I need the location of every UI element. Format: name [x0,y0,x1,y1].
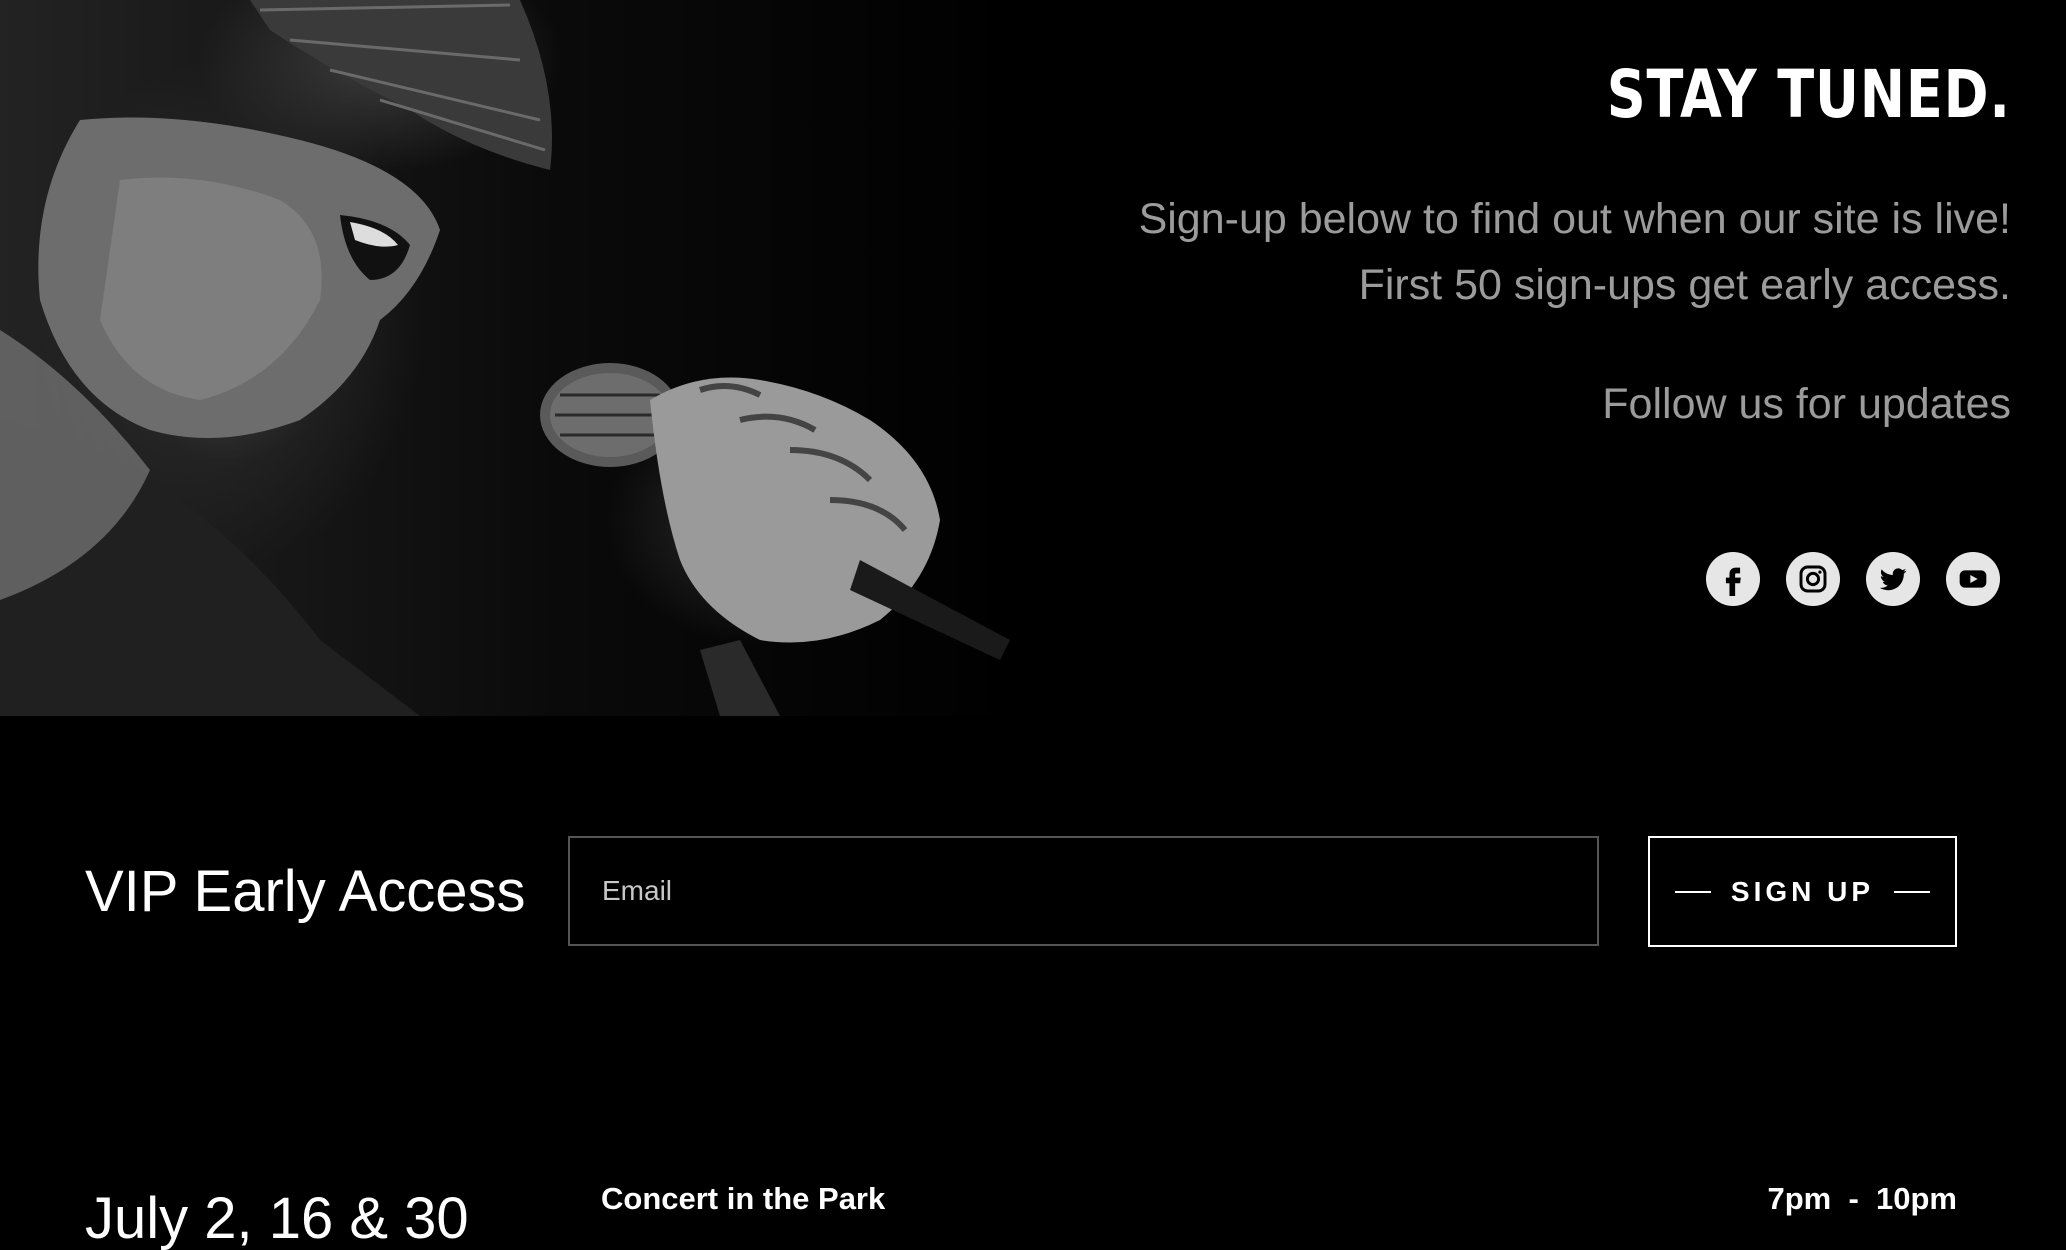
sign-up-button[interactable]: SIGN UP [1648,836,1957,947]
signup-line-2: First 50 sign-ups get early access. [1358,261,2011,309]
event-name: Concert in the Park [601,1181,886,1216]
signup-description: Sign-up below to find out when our site … [1139,186,2011,318]
event-time: 7pm - 10pm [1767,1181,1958,1216]
signup-line-1: Sign-up below to find out when our site … [1138,195,2011,243]
right-dash-decoration [1894,890,1931,893]
email-field[interactable] [568,836,1599,946]
twitter-icon [1879,568,1907,591]
left-dash-decoration [1674,890,1711,893]
vip-early-access-heading: VIP Early Access [85,859,526,924]
youtube-link[interactable] [1946,552,2000,606]
landing-page: STAY TUNED. Sign-up below to find out wh… [0,0,2066,1250]
facebook-link[interactable] [1706,552,1760,606]
facebook-icon [1725,567,1741,596]
instagram-link[interactable] [1786,552,1840,606]
page-title: STAY TUNED. [1606,56,2011,133]
instagram-icon [1799,565,1827,593]
twitter-link[interactable] [1866,552,1920,606]
sign-up-button-label: SIGN UP [1730,875,1875,907]
event-date: July 2, 16 & 30 [85,1186,469,1250]
hero-singer-photo [0,0,1020,716]
singer-illustration [0,0,1010,716]
youtube-icon [1959,570,1987,588]
social-links [1706,552,2000,606]
follow-text: Follow us for updates [1602,380,2011,428]
